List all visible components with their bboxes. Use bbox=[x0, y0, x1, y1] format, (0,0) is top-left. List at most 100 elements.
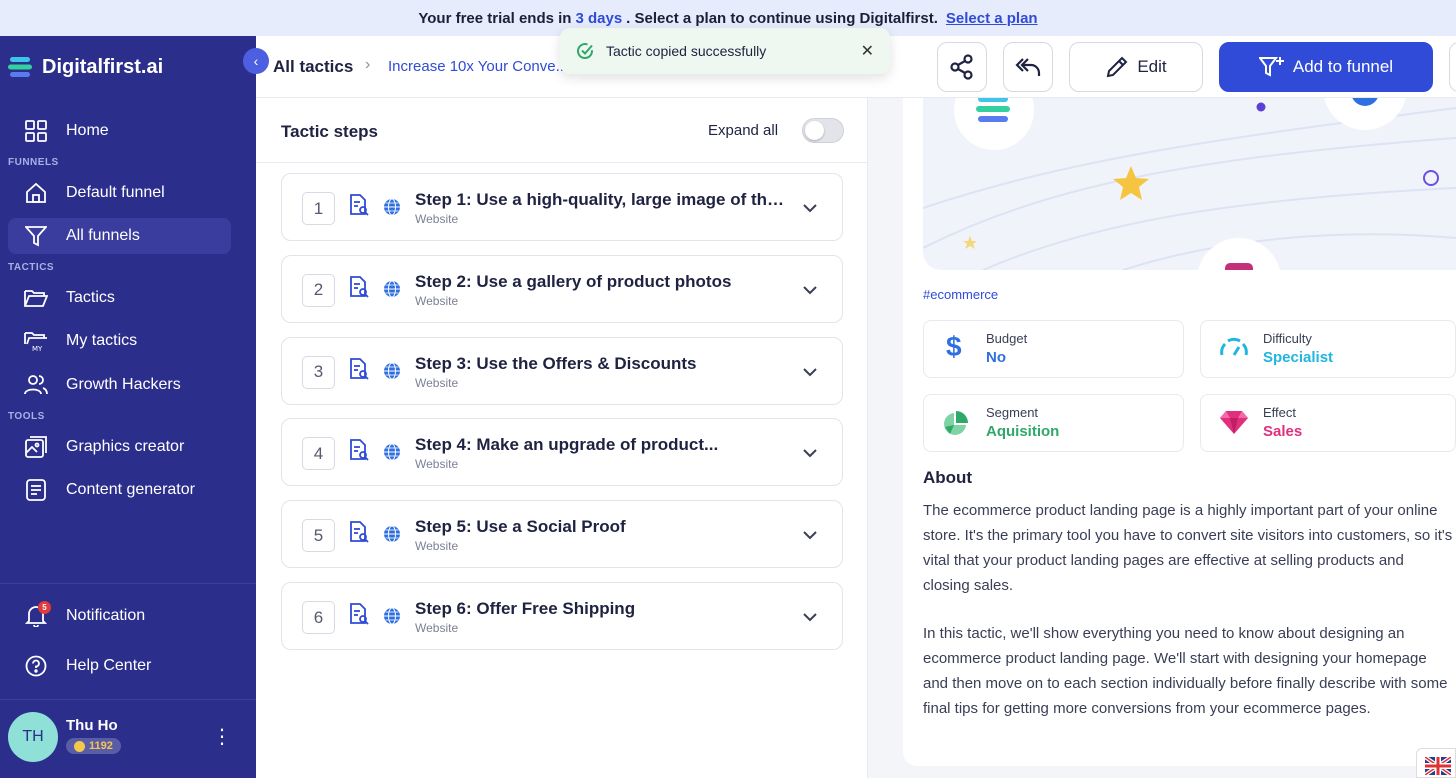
step-item[interactable]: 6 Step 6: Offer Free Shipping Website bbox=[281, 582, 843, 650]
chevron-down-icon[interactable] bbox=[802, 200, 818, 218]
globe-icon bbox=[383, 443, 401, 466]
edit-button[interactable]: Edit bbox=[1069, 42, 1203, 92]
share-button[interactable] bbox=[937, 42, 987, 92]
more-vertical-icon[interactable]: ⋮ bbox=[212, 724, 232, 749]
sidebar-item-label: Growth Hackers bbox=[66, 376, 181, 393]
budget-card: $ Budget No bbox=[923, 320, 1184, 378]
sidebar-item-content-generator[interactable]: Content generator bbox=[8, 472, 231, 508]
add-to-funnel-button[interactable]: Add to funnel bbox=[1219, 42, 1433, 92]
svg-text:MY: MY bbox=[32, 345, 43, 352]
step-channel: Website bbox=[415, 457, 459, 472]
tactic-hero-illustration bbox=[923, 98, 1456, 270]
toast-notification: Tactic copied successfully ✕ bbox=[560, 28, 890, 74]
chevron-down-icon[interactable] bbox=[802, 609, 818, 627]
sidebar-item-home[interactable]: Home bbox=[8, 113, 231, 149]
select-plan-link[interactable]: Select a plan bbox=[946, 10, 1038, 27]
globe-icon bbox=[383, 607, 401, 630]
logo-text: Digitalfirst.ai bbox=[42, 55, 164, 78]
step-item[interactable]: 3 Step 3: Use the Offers & Discounts Websi… bbox=[281, 336, 843, 405]
logo[interactable]: Digitalfirst.ai bbox=[8, 54, 163, 80]
difficulty-card: Difficulty Specialist bbox=[1200, 320, 1456, 378]
effect-value: Sales bbox=[1263, 423, 1303, 440]
sidebar-item-all-funnels[interactable]: All funnels bbox=[8, 218, 231, 254]
chevron-down-icon[interactable] bbox=[802, 445, 818, 463]
hero-graphic bbox=[923, 98, 1456, 270]
sidebar: Digitalfirst.ai Home FUNNELS Default fun… bbox=[0, 36, 256, 778]
sidebar-item-graphics-creator[interactable]: Graphics creator bbox=[8, 429, 231, 465]
sidebar-item-label: Tactics bbox=[66, 289, 115, 306]
step-item[interactable]: 5 Step 5: Use a Social Proof Website bbox=[281, 500, 843, 569]
step-item[interactable]: 1 Step 1: Use a high-quality, large image… bbox=[281, 173, 843, 241]
sidebar-item-notification[interactable]: 5 Notification bbox=[8, 598, 231, 634]
breadcrumb-current[interactable]: Increase 10x Your Conve... bbox=[388, 58, 568, 75]
funnel-icon bbox=[24, 224, 48, 248]
section-label-tools: TOOLS bbox=[8, 411, 45, 422]
step-channel: Website bbox=[415, 621, 459, 635]
step-item[interactable]: 4 Step 4: Make an upgrade of product... We… bbox=[281, 418, 843, 487]
effect-label: Effect bbox=[1263, 405, 1297, 420]
sidebar-item-tactics[interactable]: Tactics bbox=[8, 280, 231, 316]
document-search-icon bbox=[348, 603, 370, 630]
difficulty-label: Difficulty bbox=[1263, 331, 1312, 346]
funnel-plus-icon bbox=[1258, 57, 1284, 77]
folder-open-icon bbox=[24, 286, 48, 310]
globe-icon bbox=[383, 280, 401, 303]
language-selector[interactable] bbox=[1416, 748, 1456, 778]
pencil-icon bbox=[1107, 56, 1128, 78]
step-channel: Website bbox=[415, 212, 459, 226]
sidebar-divider bbox=[0, 583, 256, 584]
sidebar-item-label: Default funnel bbox=[66, 184, 165, 201]
budget-label: Budget bbox=[986, 331, 1028, 346]
tactic-tag[interactable]: #ecommerce bbox=[923, 287, 998, 302]
breadcrumb-root[interactable]: All tactics bbox=[273, 57, 353, 77]
step-number: 1 bbox=[302, 192, 335, 225]
house-icon bbox=[24, 181, 48, 205]
about-paragraph-2: In this tactic, we'll show everything yo… bbox=[923, 625, 1448, 717]
step-item[interactable]: 2 Step 2: Use a gallery of product photos… bbox=[281, 254, 843, 323]
dollar-icon: $ bbox=[946, 331, 962, 362]
chevron-down-icon[interactable] bbox=[802, 282, 818, 300]
expand-all-toggle[interactable] bbox=[802, 118, 844, 143]
about-title: About bbox=[923, 468, 973, 487]
toggle-knob bbox=[805, 121, 824, 140]
document-icon bbox=[24, 478, 48, 502]
step-number: 4 bbox=[302, 437, 335, 471]
section-label-funnels: FUNNELS bbox=[8, 157, 59, 168]
sidebar-item-label: Notification bbox=[66, 607, 146, 624]
sidebar-item-label: Home bbox=[66, 122, 109, 139]
steps-title: Tactic steps bbox=[281, 122, 379, 141]
section-label-tactics: TACTICS bbox=[8, 262, 55, 273]
trial-banner-text: Your free trial ends in bbox=[418, 9, 572, 27]
sidebar-item-default-funnel[interactable]: Default funnel bbox=[8, 175, 231, 211]
coin-balance: 1192 bbox=[66, 738, 121, 755]
close-icon[interactable]: ✕ bbox=[861, 41, 874, 61]
sidebar-item-label: Graphics creator bbox=[66, 438, 185, 455]
avatar: TH bbox=[8, 712, 58, 762]
effect-card: Effect Sales bbox=[1200, 394, 1456, 452]
my-folder-icon: MY bbox=[24, 329, 48, 353]
reply-all-button[interactable] bbox=[1003, 42, 1053, 92]
pie-chart-icon bbox=[944, 411, 968, 435]
chevron-down-icon[interactable] bbox=[802, 527, 818, 545]
chevron-down-icon[interactable] bbox=[802, 364, 818, 382]
sidebar-item-help-center[interactable]: Help Center bbox=[8, 648, 231, 684]
document-search-icon bbox=[348, 521, 370, 548]
sidebar-item-label: My tactics bbox=[66, 332, 138, 349]
step-number: 2 bbox=[302, 273, 335, 307]
sidebar-item-my-tactics[interactable]: MY My tactics bbox=[8, 323, 231, 359]
notification-badge: 5 bbox=[38, 601, 51, 614]
gauge-icon bbox=[1220, 337, 1248, 356]
document-search-icon bbox=[348, 439, 370, 466]
user-profile[interactable]: TH Thu Ho 1192 bbox=[8, 712, 121, 762]
collapse-sidebar-button[interactable]: ‹ bbox=[243, 48, 269, 74]
sidebar-divider bbox=[0, 699, 256, 700]
steps-header: Tactic steps Expand all bbox=[256, 98, 868, 163]
image-icon bbox=[24, 435, 48, 459]
more-button[interactable] bbox=[1449, 42, 1456, 92]
coin-icon bbox=[74, 740, 85, 752]
trial-days: 3 days bbox=[575, 9, 623, 27]
step-channel: Website bbox=[415, 293, 459, 308]
step-title: Step 2: Use a gallery of product photos bbox=[415, 271, 732, 291]
globe-icon bbox=[383, 198, 401, 221]
sidebar-item-growth-hackers[interactable]: Growth Hackers bbox=[8, 367, 231, 403]
